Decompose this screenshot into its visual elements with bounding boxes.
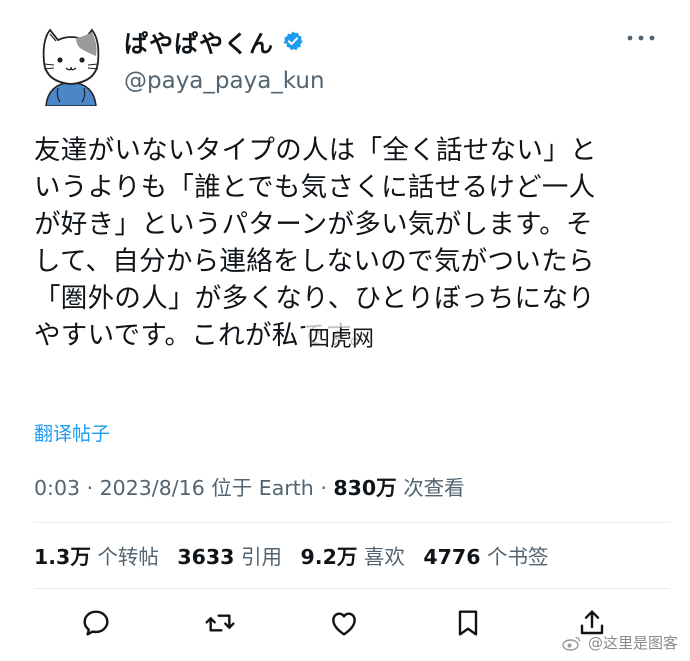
corner-watermark: @这里是图客 — [562, 632, 678, 653]
weibo-logo-icon — [562, 636, 581, 651]
views-label: 次查看 — [403, 476, 465, 500]
reply-button[interactable] — [76, 603, 116, 643]
bookmark-button[interactable] — [448, 603, 488, 643]
center-watermark: 四虎网 — [305, 320, 378, 354]
tweet-text-line: 友達がいないタイプの人は「全く話せない」と — [34, 135, 597, 166]
bookmark-icon — [458, 610, 478, 636]
likes-stat[interactable]: 9.2万 喜欢 — [301, 545, 405, 569]
bookmarks-count: 4776 — [423, 545, 481, 569]
quotes-label: 引用 — [240, 545, 282, 569]
post-time[interactable]: 0:03 — [34, 476, 80, 500]
corner-watermark-text: @这里是图客 — [587, 634, 678, 652]
divider — [34, 522, 670, 523]
post-date[interactable]: 2023/8/16 — [100, 476, 205, 500]
retweet-button[interactable] — [200, 603, 240, 643]
tweet-meta: 0:03 · 2023/8/16 位于 Earth · 830万 次查看 — [34, 471, 465, 501]
translate-post-link[interactable]: 翻译帖子 — [34, 419, 110, 446]
user-names: ぱやぱやくん @paya_paya_kun — [124, 24, 325, 95]
likes-label: 喜欢 — [363, 545, 405, 569]
more-options-icon[interactable] — [626, 32, 656, 44]
retweets-label: 个转帖 — [97, 545, 159, 569]
tweet-header: ぱやぱやくん @paya_paya_kun — [36, 18, 666, 108]
quotes-stat[interactable]: 3633 引用 — [177, 545, 282, 569]
engagement-stats: 1.3万 个转帖 3633 引用 9.2万 喜欢 4776 个书签 — [34, 540, 549, 570]
retweets-stat[interactable]: 1.3万 个转帖 — [34, 545, 159, 569]
like-icon — [332, 612, 356, 636]
meta-separator: · — [320, 476, 334, 500]
tweet-text-line: が好き」というパターンが多い気がします。そ — [34, 209, 593, 240]
likes-count: 9.2万 — [300, 545, 358, 569]
retweets-count: 1.3万 — [34, 545, 91, 569]
post-location: 位于 Earth — [211, 476, 314, 500]
tweet-text-line: いうよりも「誰とでも気さくに話せるけど一人 — [34, 172, 596, 203]
views-count: 830万 — [333, 476, 397, 500]
bookmarks-label: 个书签 — [487, 545, 549, 569]
tweet-text-line: 「圏外の人」が多くなり、ひとりぼっちになり — [34, 283, 595, 314]
display-name-row: ぱやぱやくん — [124, 24, 325, 58]
cat-avatar-icon[interactable] — [36, 22, 106, 106]
action-bar — [70, 603, 630, 647]
user-handle[interactable]: @paya_paya_kun — [124, 68, 325, 94]
like-button[interactable] — [324, 603, 364, 643]
display-name[interactable]: ぱやぱやくん — [124, 24, 274, 59]
meta-separator: · — [86, 476, 100, 500]
divider — [34, 588, 670, 589]
verified-badge-icon — [283, 31, 303, 51]
bookmarks-stat[interactable]: 4776 个书签 — [423, 545, 548, 569]
reply-icon — [83, 610, 109, 636]
retweet-icon — [205, 614, 235, 632]
tweet-text-line: して、自分から連絡をしないので気がついたら — [34, 246, 595, 277]
quotes-count: 3633 — [177, 545, 235, 569]
